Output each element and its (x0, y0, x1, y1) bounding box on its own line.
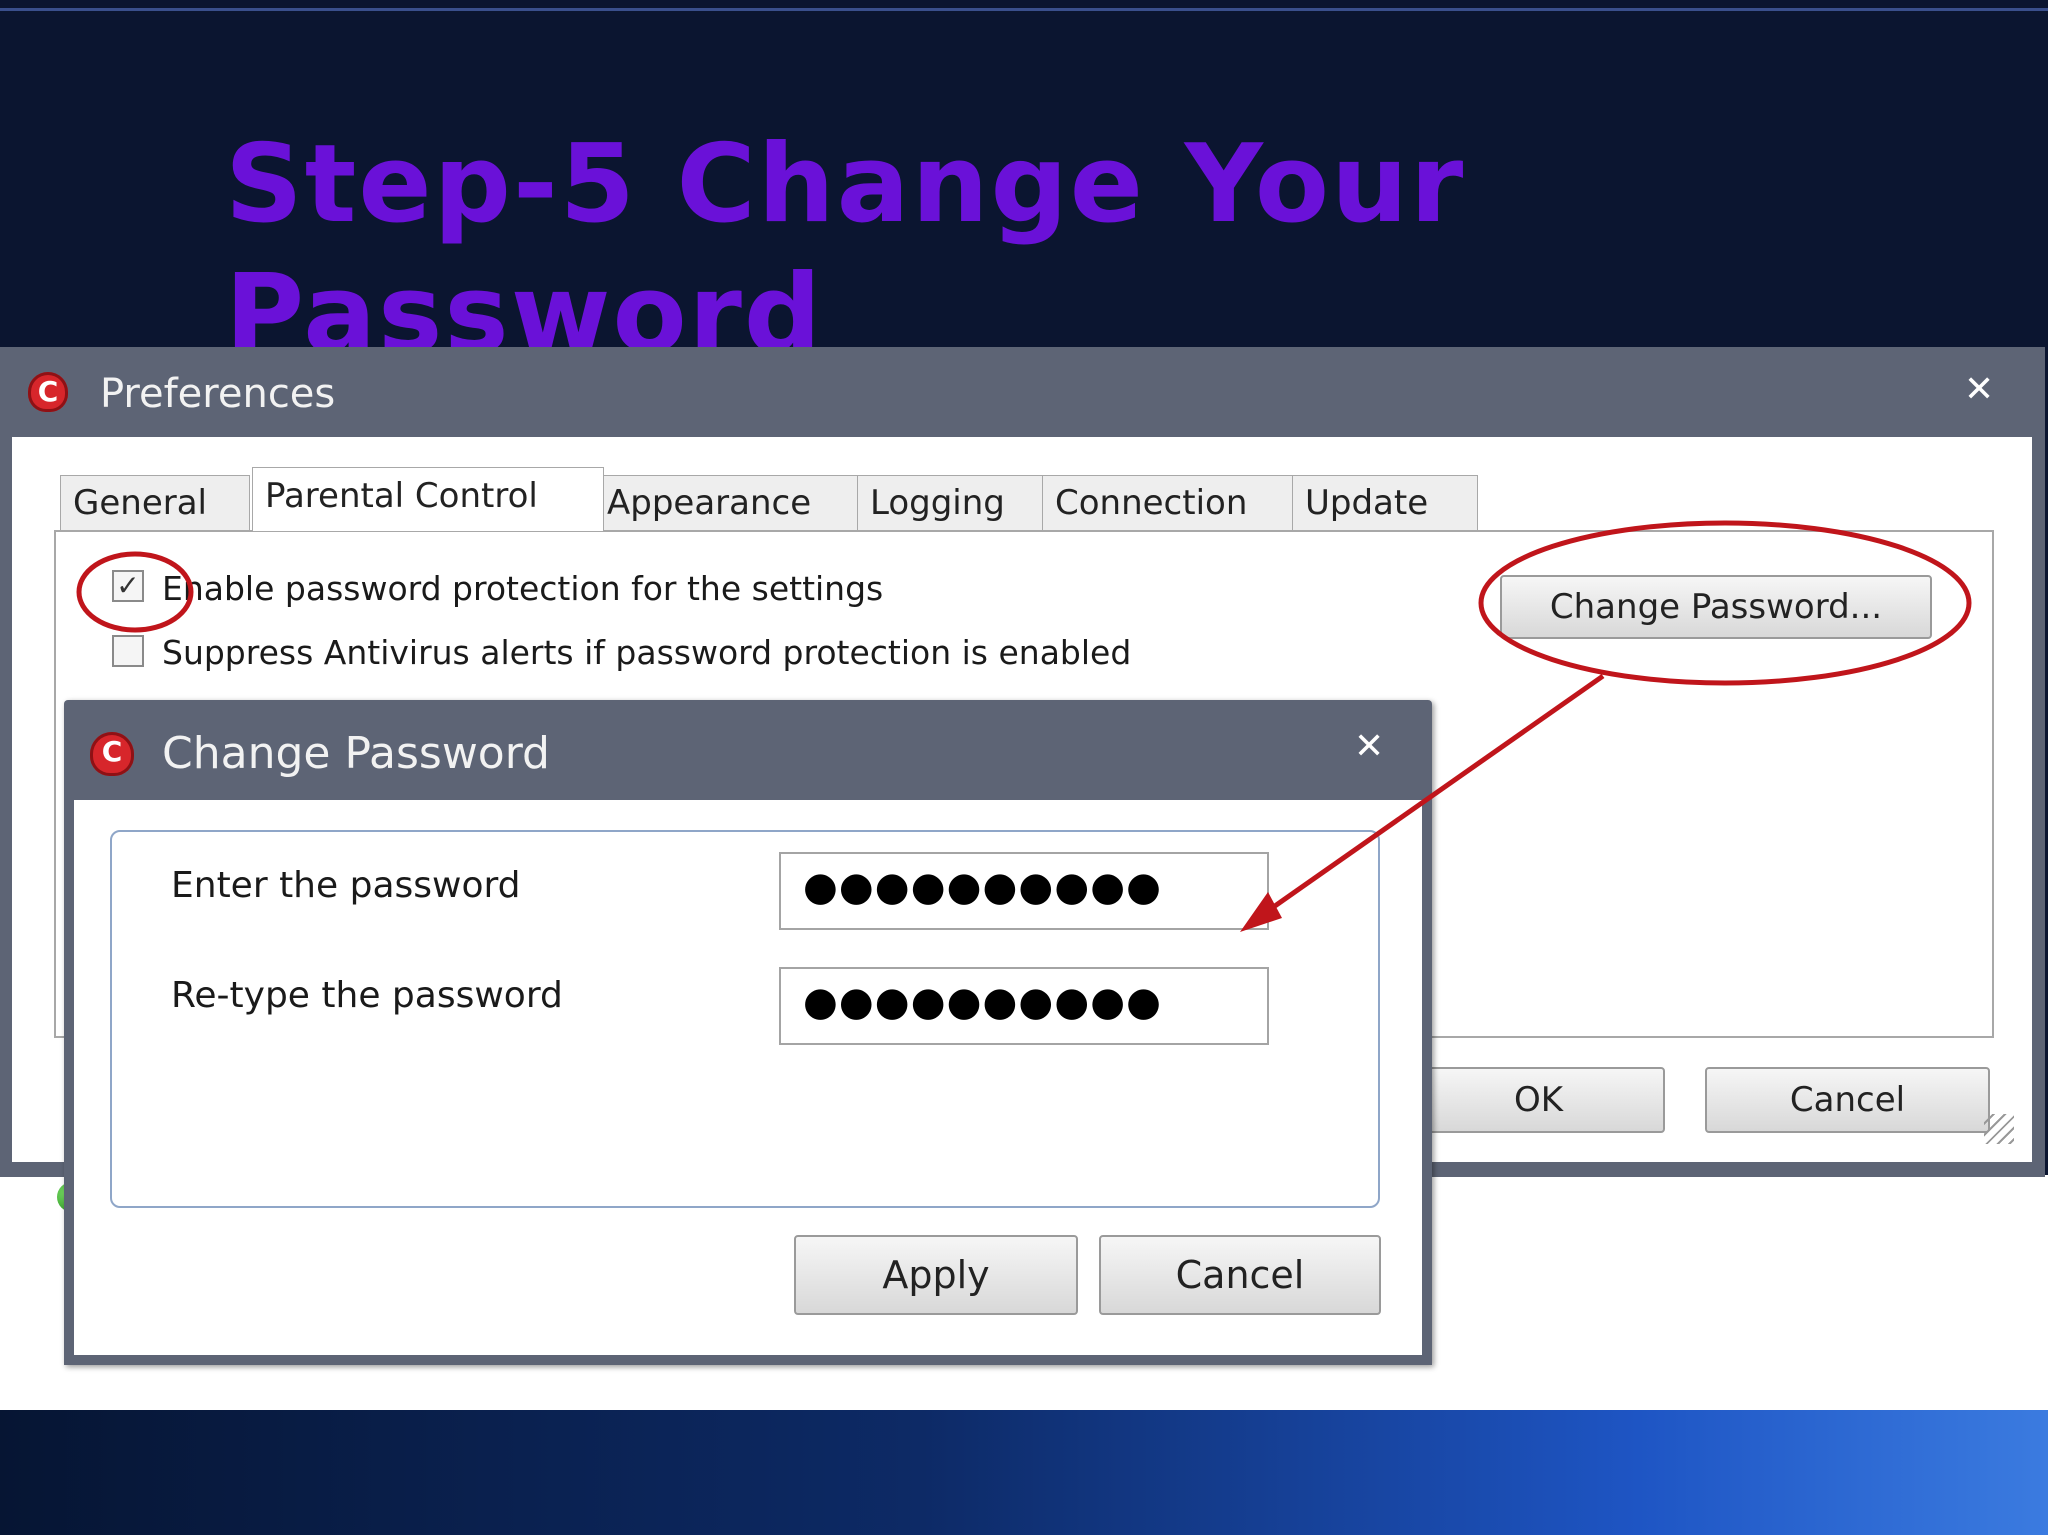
enable-password-label: Enable password protection for the setti… (162, 569, 884, 608)
change-password-title: Change Password (162, 728, 550, 779)
close-icon[interactable]: ✕ (1354, 726, 1384, 767)
tab-connection[interactable]: Connection (1042, 475, 1298, 530)
preferences-titlebar: Preferences ✕ (0, 347, 2045, 437)
change-password-button[interactable]: Change Password... (1500, 575, 1932, 639)
suppress-alerts-checkbox[interactable] (112, 635, 144, 667)
enter-password-field[interactable]: ●●●●●●●●●● (779, 852, 1269, 930)
preferences-title: Preferences (100, 371, 336, 417)
enable-password-checkbox[interactable]: ✓ (112, 570, 144, 602)
resize-grip-icon[interactable] (1984, 1114, 2014, 1144)
apply-button[interactable]: Apply (794, 1235, 1078, 1315)
retype-password-label: Re-type the password (171, 975, 563, 1016)
preferences-cancel-button[interactable]: Cancel (1705, 1067, 1990, 1133)
change-password-body: Enter the password ●●●●●●●●●● Re-type th… (74, 800, 1422, 1355)
tab-appearance[interactable]: Appearance (594, 475, 864, 530)
slide-footer-gradient (0, 1410, 2048, 1535)
tab-general[interactable]: General (60, 475, 250, 530)
slide-top-line (0, 8, 2048, 11)
enter-password-label: Enter the password (171, 865, 521, 906)
suppress-alerts-label: Suppress Antivirus alerts if password pr… (162, 633, 1132, 672)
comodo-shield-icon (28, 372, 68, 412)
tab-parental-control[interactable]: Parental Control (252, 467, 604, 531)
change-password-dialog: Change Password ✕ Enter the password ●●●… (64, 700, 1432, 1365)
tab-update[interactable]: Update (1292, 475, 1478, 530)
ok-button[interactable]: OK (1412, 1067, 1665, 1133)
retype-password-field[interactable]: ●●●●●●●●●● (779, 967, 1269, 1045)
slide-title: Step-5 Change Your Password (225, 122, 1466, 377)
comodo-shield-icon (90, 732, 134, 776)
dialog-cancel-button[interactable]: Cancel (1099, 1235, 1381, 1315)
close-icon[interactable]: ✕ (1964, 369, 1994, 410)
tab-logging[interactable]: Logging (857, 475, 1047, 530)
